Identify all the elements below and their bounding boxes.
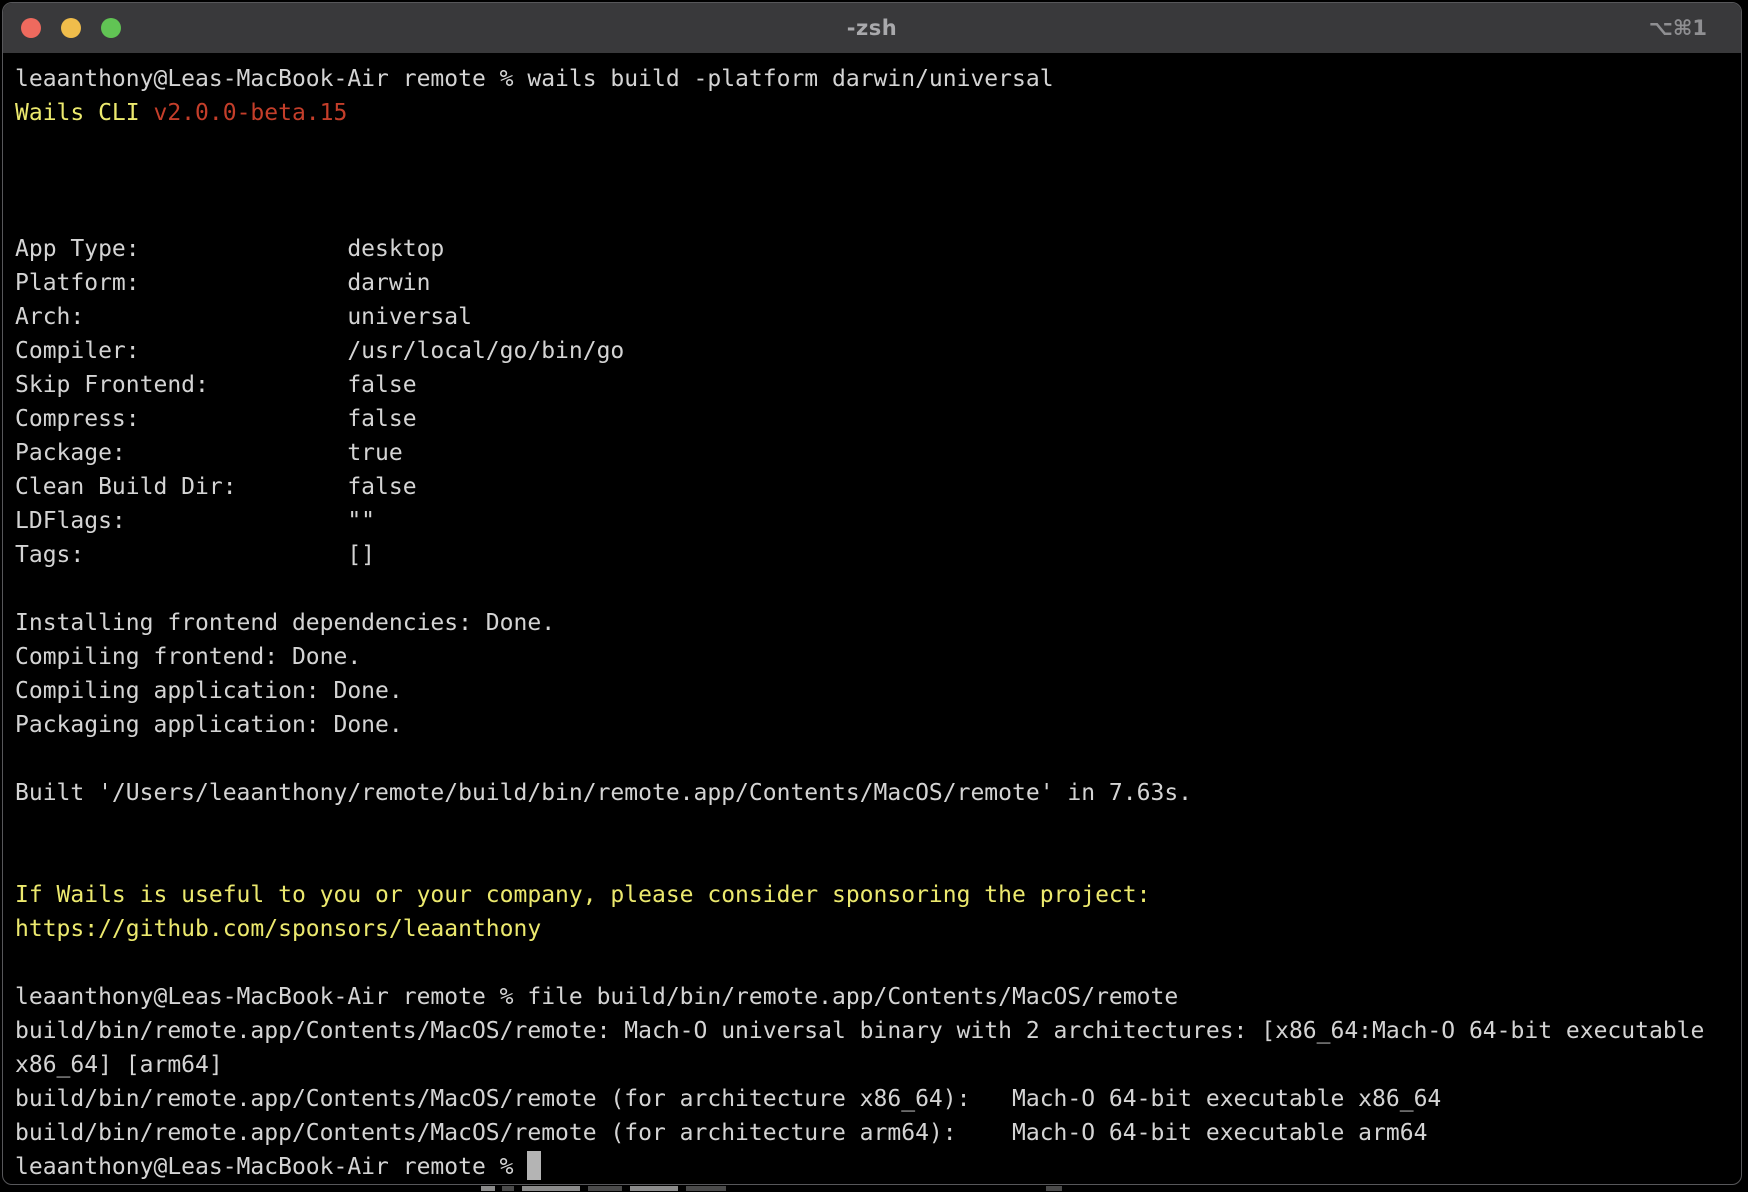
terminal-line: leaanthony@Leas-MacBook-Air remote % fil… — [15, 980, 1729, 1014]
terminal-line — [15, 844, 1729, 878]
traffic-lights — [21, 3, 121, 53]
close-button[interactable] — [21, 18, 41, 38]
terminal-text: build/bin/remote.app/Contents/MacOS/remo… — [15, 1086, 1441, 1112]
background-window-sliver — [0, 1185, 1748, 1192]
terminal-line: Compress: false — [15, 402, 1729, 436]
terminal-line: build/bin/remote.app/Contents/MacOS/remo… — [15, 1116, 1729, 1150]
terminal-line: x86_64] [arm64] — [15, 1048, 1729, 1082]
terminal-line — [15, 946, 1729, 980]
terminal-text: leaanthony@Leas-MacBook-Air remote % wai… — [15, 66, 1054, 92]
terminal-text: build/bin/remote.app/Contents/MacOS/remo… — [15, 1018, 1704, 1044]
terminal-line: leaanthony@Leas-MacBook-Air remote % — [15, 1150, 1729, 1184]
terminal-output[interactable]: leaanthony@Leas-MacBook-Air remote % wai… — [3, 53, 1741, 1184]
terminal-text: build/bin/remote.app/Contents/MacOS/remo… — [15, 1120, 1427, 1146]
terminal-text: App Type: desktop — [15, 236, 444, 262]
terminal-line: If Wails is useful to you or your compan… — [15, 878, 1729, 912]
terminal-text: x86_64] [arm64] — [15, 1052, 223, 1078]
terminal-line: Wails CLI v2.0.0-beta.15 — [15, 96, 1729, 130]
terminal-text: Arch: universal — [15, 304, 472, 330]
terminal-line — [15, 130, 1729, 164]
terminal-line: Compiler: /usr/local/go/bin/go — [15, 334, 1729, 368]
terminal-line: build/bin/remote.app/Contents/MacOS/remo… — [15, 1082, 1729, 1116]
terminal-text: Wails CLI — [15, 100, 153, 126]
terminal-line: leaanthony@Leas-MacBook-Air remote % wai… — [15, 62, 1729, 96]
terminal-text: Tags: [] — [15, 542, 375, 568]
terminal-line: build/bin/remote.app/Contents/MacOS/remo… — [15, 1014, 1729, 1048]
terminal-line — [15, 742, 1729, 776]
zoom-button[interactable] — [101, 18, 121, 38]
terminal-line: Clean Build Dir: false — [15, 470, 1729, 504]
terminal-line — [15, 164, 1729, 198]
terminal-text: Platform: darwin — [15, 270, 430, 296]
terminal-line — [15, 198, 1729, 232]
terminal-text: Skip Frontend: false — [15, 372, 417, 398]
terminal-text: Compiling application: Done. — [15, 678, 403, 704]
terminal-line: Skip Frontend: false — [15, 368, 1729, 402]
terminal-line: Compiling application: Done. — [15, 674, 1729, 708]
terminal-line: Built '/Users/leaanthony/remote/build/bi… — [15, 776, 1729, 810]
terminal-text: Packaging application: Done. — [15, 712, 403, 738]
terminal-text: Compiling frontend: Done. — [15, 644, 361, 670]
terminal-line: Arch: universal — [15, 300, 1729, 334]
terminal-line — [15, 572, 1729, 606]
terminal-text: leaanthony@Leas-MacBook-Air remote % fil… — [15, 984, 1178, 1010]
terminal-text: https://github.com/sponsors/leaanthony — [15, 916, 541, 942]
terminal-line: Installing frontend dependencies: Done. — [15, 606, 1729, 640]
terminal-text: Built '/Users/leaanthony/remote/build/bi… — [15, 780, 1192, 806]
terminal-text: leaanthony@Leas-MacBook-Air remote % — [15, 1154, 527, 1180]
terminal-line: LDFlags: "" — [15, 504, 1729, 538]
terminal-line: Compiling frontend: Done. — [15, 640, 1729, 674]
terminal-line: Platform: darwin — [15, 266, 1729, 300]
terminal-line — [15, 810, 1729, 844]
terminal-line: Package: true — [15, 436, 1729, 470]
terminal-line: https://github.com/sponsors/leaanthony — [15, 912, 1729, 946]
terminal-line: Tags: [] — [15, 538, 1729, 572]
terminal-text: Clean Build Dir: false — [15, 474, 417, 500]
terminal-text: Compiler: /usr/local/go/bin/go — [15, 338, 624, 364]
terminal-text: Package: true — [15, 440, 403, 466]
window-shortcut-badge: ⌥⌘1 — [1649, 3, 1707, 53]
window-title: -zsh — [3, 16, 1741, 40]
terminal-text: LDFlags: "" — [15, 508, 375, 534]
terminal-text: If Wails is useful to you or your compan… — [15, 882, 1150, 908]
terminal-line: App Type: desktop — [15, 232, 1729, 266]
text-cursor — [527, 1151, 541, 1180]
terminal-line: Packaging application: Done. — [15, 708, 1729, 742]
minimize-button[interactable] — [61, 18, 81, 38]
terminal-text: v2.0.0-beta.15 — [153, 100, 347, 126]
terminal-text: Compress: false — [15, 406, 417, 432]
window-titlebar[interactable]: -zsh ⌥⌘1 — [3, 3, 1741, 53]
terminal-text: Installing frontend dependencies: Done. — [15, 610, 555, 636]
terminal-window: -zsh ⌥⌘1 leaanthony@Leas-MacBook-Air rem… — [2, 2, 1742, 1185]
